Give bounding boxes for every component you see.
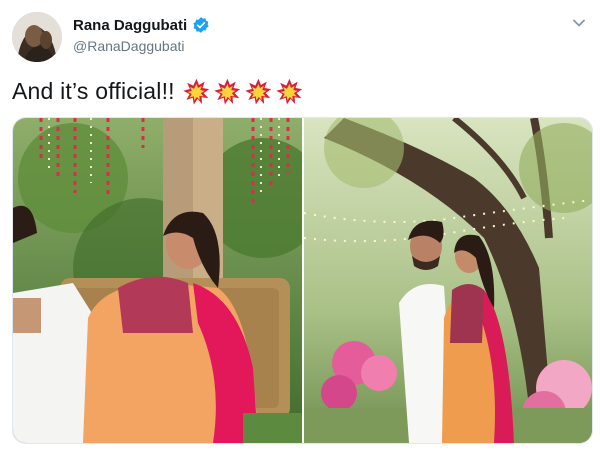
tweet-menu-button[interactable]	[572, 16, 586, 30]
collision-emoji-icon	[214, 78, 241, 105]
author-handle[interactable]: @RanaDaggubati	[73, 38, 210, 54]
tweet-text-row: And it’s official!!	[12, 78, 303, 105]
profile-photo-icon	[12, 12, 62, 62]
author-display-name[interactable]: Rana Daggubati	[73, 17, 187, 34]
author-name-row: Rana Daggubati	[73, 15, 210, 35]
author-avatar[interactable]	[12, 12, 62, 62]
media-photo-1[interactable]	[13, 118, 302, 443]
collision-emoji-icon	[276, 78, 303, 105]
collision-emoji-icon	[245, 78, 272, 105]
collision-emoji-icon	[183, 78, 210, 105]
tweet-card: Rana Daggubati @RanaDaggubati And it’s o…	[0, 0, 600, 450]
couple-seated-photo-icon	[13, 118, 302, 443]
chevron-down-icon	[573, 19, 585, 27]
media-photo-2[interactable]	[304, 118, 592, 443]
couple-standing-photo-icon	[304, 118, 592, 443]
verified-badge-icon	[192, 16, 210, 34]
tweet-media-grid	[12, 117, 593, 444]
author-block: Rana Daggubati @RanaDaggubati	[73, 15, 210, 54]
emoji-group	[183, 78, 303, 105]
tweet-text: And it’s official!!	[12, 78, 175, 104]
